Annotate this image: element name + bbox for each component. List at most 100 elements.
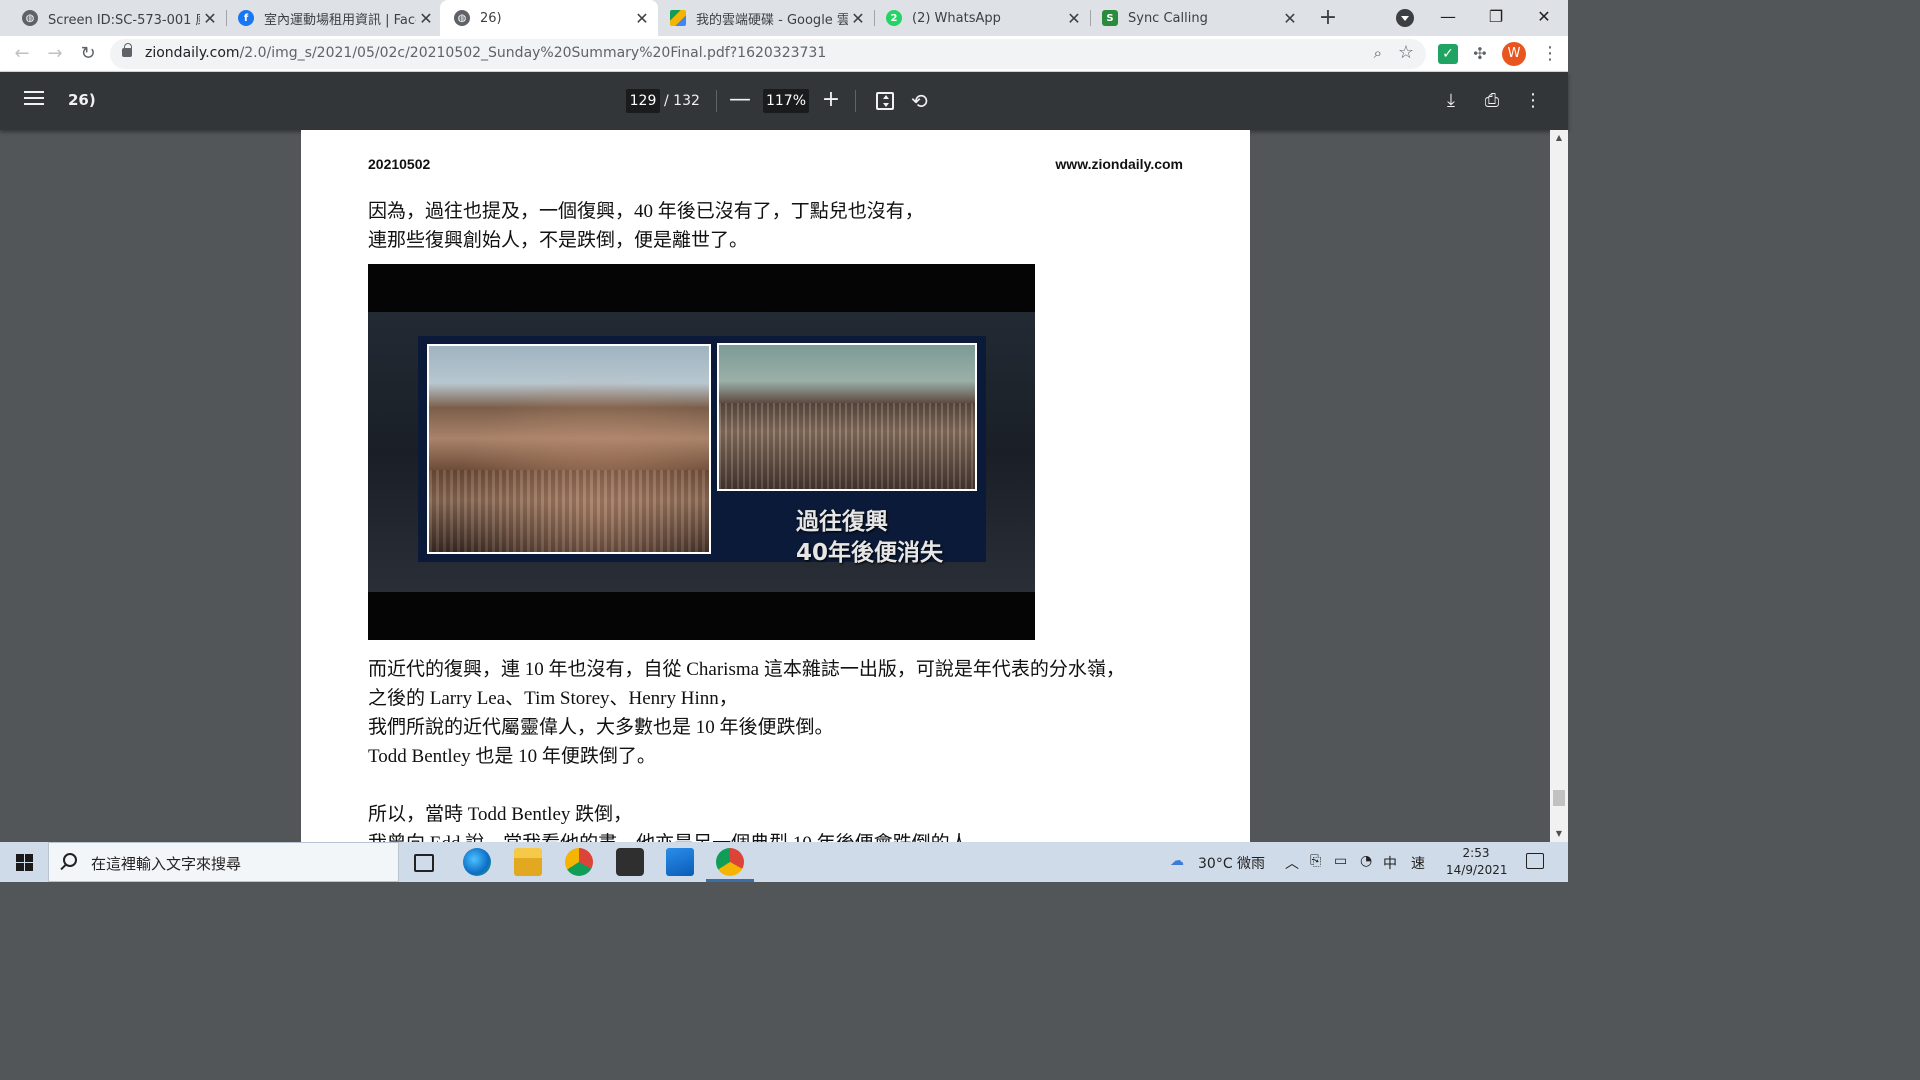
- zoom-in-button[interactable]: +: [819, 88, 843, 112]
- zoom-level-input[interactable]: 117%: [763, 89, 809, 113]
- extension-check-icon[interactable]: ✓: [1438, 44, 1458, 64]
- url-text[interactable]: ziondaily.com/2.0/img_s/2021/05/02c/2021…: [145, 45, 826, 61]
- url-domain: ziondaily.com: [145, 45, 240, 61]
- taskbar-search-box[interactable]: 在這裡輸入文字來搜尋: [48, 842, 399, 882]
- paragraph-line: 我曾向 Edd 說，當我看他的書，他亦是另一個典型 10 年後便會跌倒的人。: [368, 828, 988, 842]
- tab-screen-id[interactable]: ◍ Screen ID:SC-573-001 康乘 ✕: [8, 0, 226, 36]
- tab-title: 26): [480, 10, 502, 26]
- paragraph-line: 我們所說的近代屬靈偉人，大多數也是 10 年後便跌倒。: [368, 717, 834, 738]
- tab-title: Sync Calling: [1128, 10, 1208, 26]
- vertical-scrollbar[interactable]: ▲ ▼: [1550, 130, 1568, 842]
- lock-icon[interactable]: [122, 43, 132, 57]
- google-drive-icon: [670, 10, 686, 26]
- forward-button[interactable]: →: [41, 40, 69, 68]
- tab-title: 室內運動場租用資訊 | Facebook: [264, 12, 416, 28]
- tab-close-icon[interactable]: ✕: [848, 9, 868, 28]
- notification-center-icon[interactable]: [1526, 853, 1544, 869]
- tab-title: 我的雲端硬碟 - Google 雲端硬碟: [696, 12, 848, 28]
- minimize-button[interactable]: —: [1424, 0, 1472, 36]
- tab-facebook[interactable]: f 室內運動場租用資訊 | Facebook ✕: [224, 0, 442, 36]
- address-bar[interactable]: ziondaily.com/2.0/img_s/2021/05/02c/2021…: [110, 39, 1426, 69]
- new-tab-button[interactable]: +: [1314, 4, 1342, 32]
- globe-icon: ◍: [454, 10, 470, 26]
- tab-close-icon[interactable]: ✕: [200, 9, 220, 28]
- tab-title: Screen ID:SC-573-001 康乘: [48, 12, 200, 28]
- ime-mode-indicator[interactable]: 速: [1411, 853, 1425, 873]
- back-button[interactable]: ←: [8, 40, 36, 68]
- print-icon[interactable]: ⎙: [1480, 88, 1504, 114]
- file-explorer-icon[interactable]: [514, 848, 542, 876]
- download-icon[interactable]: ⤓: [1439, 88, 1463, 114]
- zoom-icon[interactable]: ⌕: [1374, 44, 1382, 62]
- tab-close-icon[interactable]: ✕: [632, 9, 652, 28]
- battery-icon[interactable]: ▭: [1334, 853, 1347, 869]
- scroll-down-arrow-icon[interactable]: ▼: [1550, 826, 1568, 842]
- pdf-toolbar: 26) 129 / 132 — 117% + ⟲ ⤓ ⎙ ⋮: [0, 72, 1568, 130]
- tab-title: (2) WhatsApp: [912, 10, 1001, 26]
- windows-start-icon[interactable]: [16, 854, 33, 871]
- paragraph-line: 而近代的復興，連 10 年也沒有，自從 Charisma 這本雜誌一出版，可說是…: [368, 659, 1125, 680]
- chrome-menu-icon[interactable]: ⋮: [1540, 40, 1560, 68]
- facebook-icon: f: [238, 10, 254, 26]
- tab-whatsapp[interactable]: 2 (2) WhatsApp ✕: [872, 0, 1090, 36]
- browser-toolbar: ← → ↻ ziondaily.com/2.0/img_s/2021/05/02…: [0, 36, 1568, 72]
- show-hidden-icons-chevron-icon[interactable]: ︿: [1285, 853, 1299, 873]
- slide-caption-line: 過往復興: [796, 509, 888, 535]
- bookmark-star-icon[interactable]: ☆: [1398, 42, 1414, 63]
- tab-close-icon[interactable]: ✕: [1280, 9, 1300, 28]
- tab-search-icon[interactable]: [1396, 9, 1414, 27]
- meet-now-icon[interactable]: ⎘: [1310, 853, 1321, 869]
- clock-date: 14/9/2021: [1446, 863, 1508, 877]
- paragraph-line: 連那些復興創始人，不是跌倒，便是離世了。: [368, 230, 749, 251]
- more-options-icon[interactable]: ⋮: [1521, 88, 1545, 114]
- chrome-alt-icon[interactable]: [565, 848, 593, 876]
- ime-language-indicator[interactable]: 中: [1383, 853, 1397, 873]
- mail-icon[interactable]: [666, 848, 694, 876]
- pdf-title: 26): [68, 91, 96, 109]
- tab-close-icon[interactable]: ✕: [1064, 9, 1084, 28]
- windows-taskbar: 在這裡輸入文字來搜尋 ☁ 30°C 微雨 ︿ ⎘ ▭ ◔ 中 速 2:53 14…: [0, 842, 1568, 882]
- search-icon: [63, 853, 77, 867]
- page-total: / 132: [664, 93, 700, 109]
- system-clock[interactable]: 2:53 14/9/2021: [1446, 845, 1508, 879]
- tab-pdf-active[interactable]: ◍ 26) ✕: [440, 0, 658, 36]
- tab-strip: ◍ Screen ID:SC-573-001 康乘 ✕ f 室內運動場租用資訊 …: [0, 0, 1568, 36]
- paragraph-line: 所以，當時 Todd Bentley 跌倒，: [368, 804, 633, 825]
- profile-avatar[interactable]: W: [1502, 42, 1526, 66]
- page-number-input[interactable]: 129: [626, 89, 660, 113]
- fit-to-page-icon[interactable]: [876, 92, 894, 110]
- network-icon[interactable]: ◔: [1360, 853, 1372, 869]
- weather-icon[interactable]: ☁: [1170, 853, 1184, 869]
- chrome-icon[interactable]: [716, 848, 744, 876]
- clock-time: 2:53: [1462, 846, 1490, 860]
- active-app-indicator: [706, 879, 754, 882]
- scroll-up-arrow-icon[interactable]: ▲: [1550, 130, 1568, 146]
- task-view-icon[interactable]: [414, 854, 434, 872]
- close-window-button[interactable]: ✕: [1520, 0, 1568, 36]
- edge-icon[interactable]: [463, 848, 491, 876]
- sync-calling-icon: S: [1102, 10, 1118, 26]
- slide-caption-line: 40年後便消失: [796, 540, 944, 566]
- whatsapp-icon: 2: [886, 10, 902, 26]
- crowd-photo-left: [427, 344, 711, 554]
- page-header-date: 20210502: [368, 156, 431, 172]
- zoom-out-button[interactable]: —: [728, 88, 752, 112]
- restore-button[interactable]: ❐: [1472, 0, 1520, 36]
- tab-close-icon[interactable]: ✕: [416, 9, 436, 28]
- slide-caption: 過往復興 40年後便消失: [796, 507, 943, 569]
- extensions-puzzle-icon[interactable]: ✣: [1470, 44, 1490, 64]
- toolbar-divider: [855, 90, 856, 112]
- reload-button[interactable]: ↻: [74, 40, 102, 68]
- tab-google-drive[interactable]: 我的雲端硬碟 - Google 雲端硬碟 ✕: [656, 0, 874, 36]
- weather-text[interactable]: 30°C 微雨: [1198, 853, 1265, 873]
- tab-sync-calling[interactable]: S Sync Calling ✕: [1088, 0, 1306, 36]
- page-header-site: www.ziondaily.com: [1055, 156, 1183, 172]
- scrollbar-thumb[interactable]: [1553, 790, 1565, 806]
- paragraph-line: 之後的 Larry Lea、Tim Storey、Henry Hinn，: [368, 688, 738, 709]
- microsoft-store-icon[interactable]: [616, 848, 644, 876]
- crowd-photo-right: [717, 343, 977, 491]
- revival-photo-slide: 過往復興 40年後便消失: [368, 264, 1035, 640]
- menu-icon[interactable]: [24, 91, 44, 107]
- rotate-icon[interactable]: ⟲: [911, 89, 928, 113]
- search-placeholder: 在這裡輸入文字來搜尋: [91, 855, 242, 873]
